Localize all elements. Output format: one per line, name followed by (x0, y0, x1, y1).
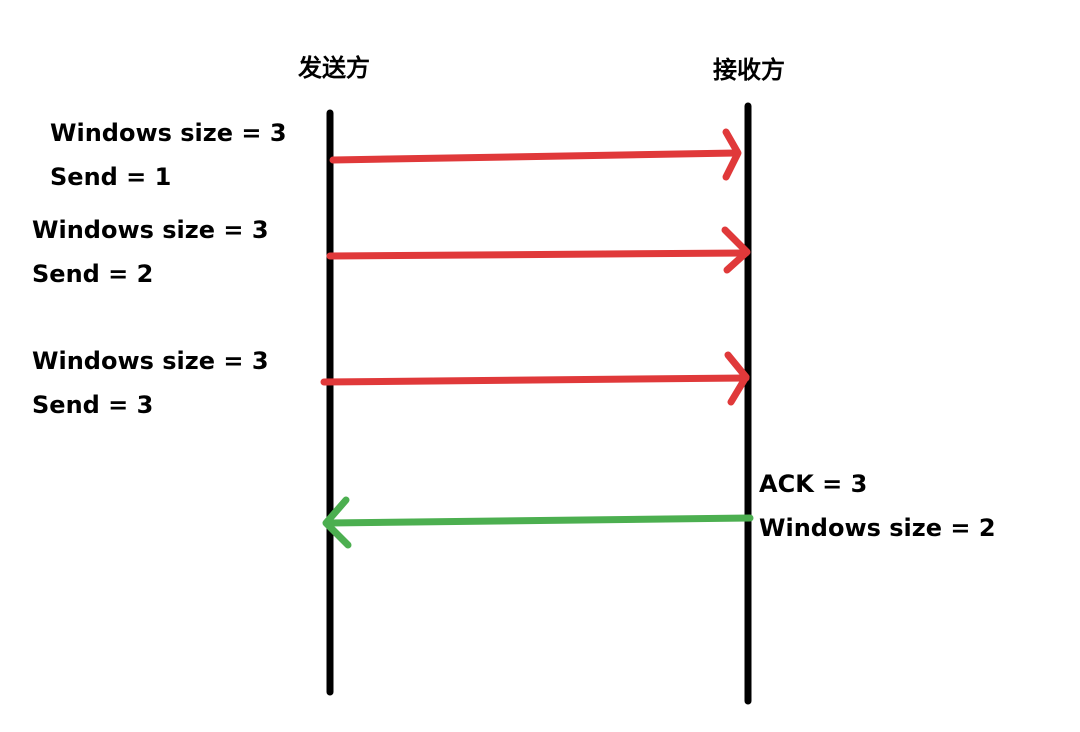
ack-window-size: Windows size = 2 (759, 514, 996, 542)
sender-label: 发送方 (298, 54, 370, 82)
message-1-window-size: Windows size = 3 (50, 119, 287, 147)
message-2-window-size: Windows size = 3 (32, 216, 269, 244)
ack-arrow (322, 496, 754, 549)
sequence-diagram: 发送方 接收方 Windows size = 3 Send = 1 Window… (0, 0, 1080, 732)
send-arrow-1 (329, 128, 742, 181)
message-2-send: Send = 2 (32, 260, 154, 288)
message-1-send: Send = 1 (50, 163, 172, 191)
send-arrow-2 (326, 226, 751, 274)
ack-value: ACK = 3 (759, 470, 868, 498)
receiver-label: 接收方 (713, 56, 785, 84)
send-arrow-3 (320, 351, 750, 406)
message-3-window-size: Windows size = 3 (32, 347, 269, 375)
message-3-send: Send = 3 (32, 391, 154, 419)
